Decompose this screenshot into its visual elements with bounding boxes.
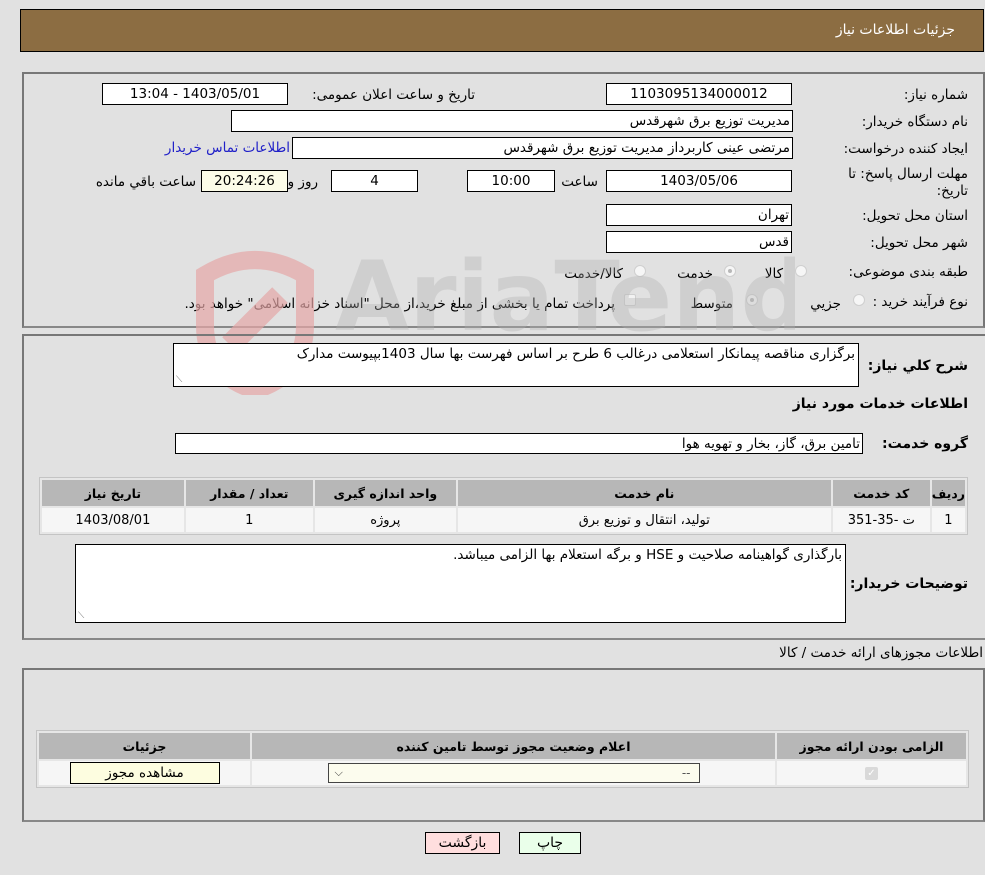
deadline-days-label: روز و [287,174,318,190]
purchase-type-label: نوع فرآیند خرید : [872,294,968,310]
category-radio-goods[interactable] [795,265,807,277]
services-table-header: ردیف کد خدمت نام خدمت واحد اندازه گیری ت… [42,480,965,506]
cell-need-date: 1403/08/01 [42,508,184,532]
buyer-contact-link[interactable]: اطلاعات تماس خریدار [165,140,290,156]
resize-grip-icon[interactable]: ⟋ [176,376,182,385]
city-field[interactable]: قدس [606,231,792,253]
service-group-label: گروه خدمت: [882,436,968,452]
col-unit: واحد اندازه گیری [314,480,456,506]
col-row-number: ردیف [931,480,965,506]
deadline-label-line2: تاریخ: [936,183,968,199]
print-button[interactable]: چاپ [519,832,581,854]
cell-quantity: 1 [185,508,313,532]
category-option-service: خدمت [677,266,713,282]
need-number-label: شماره نیاز: [903,87,968,103]
permits-table-header: الزامی بودن ارائه مجوز اعلام وضعیت مجوز … [39,733,966,759]
remaining-time-field: 20:24:26 [201,170,288,192]
buyer-notes-label: توضیحات خریدار: [849,576,968,592]
service-group-field[interactable]: تامین برق، گاز، بخار و تهویه هوا [175,433,863,454]
need-number-field[interactable]: 1103095134000012 [606,83,792,105]
general-desc-label: شرح کلي نیاز: [867,358,968,374]
category-label: طبقه بندی موضوعی: [848,264,968,280]
general-desc-text: برگزاری مناقصه پیمانکار استعلامی درغالب … [296,346,855,362]
services-table: ردیف کد خدمت نام خدمت واحد اندازه گیری ت… [39,477,968,535]
back-button[interactable]: بازگشت [425,832,500,854]
city-label: شهر محل تحویل: [870,235,968,251]
treasury-note: پرداخت تمام یا بخشی از مبلغ خرید،از محل … [184,296,615,312]
col-permit-details: جزئیات [39,733,250,759]
page-title: جزئیات اطلاعات نیاز [835,22,955,38]
col-permit-required: الزامی بودن ارائه مجوز [777,733,966,759]
category-option-goods: کالا [764,266,783,282]
col-permit-status: اعلام وضعیت مجوز توسط تامین کننده [252,733,775,759]
permit-status-select[interactable]: -- ⌵ [327,763,700,783]
deadline-label-line1: مهلت ارسال پاسخ: تا [848,166,968,182]
cell-unit: پروژه [314,508,456,532]
general-desc-textarea[interactable]: برگزاری مناقصه پیمانکار استعلامی درغالب … [173,343,859,387]
col-service-name: نام خدمت [457,480,831,506]
requester-field[interactable]: مرتضی عینی کاربرداز مدیریت توزیع برق شهر… [292,137,793,159]
chevron-down-icon: ⌵ [334,766,343,779]
services-heading: اطلاعات خدمات مورد نیاز [792,396,968,412]
requester-label: ایجاد کننده درخواست: [843,141,968,157]
resize-grip-icon[interactable]: ⟋ [78,612,84,621]
table-row: 1 ت -35-351 تولید، انتقال و توزیع برق پر… [42,508,965,532]
remaining-time-label: ساعت باقي مانده [95,174,196,190]
permit-required-checkbox: ✓ [865,766,878,780]
deadline-date-field[interactable]: 1403/05/06 [606,170,792,192]
cell-permit-required: ✓ [777,761,966,785]
buyer-notes-text: بارگذاری گواهینامه صلاحیت و HSE و برگه ا… [453,547,842,563]
permits-heading: اطلاعات مجوزهای ارائه خدمت / کالا [779,645,983,661]
cell-row-number: 1 [931,508,965,532]
buyer-notes-textarea[interactable]: بارگذاری گواهینامه صلاحیت و HSE و برگه ا… [75,544,846,623]
treasury-checkbox[interactable] [624,294,636,306]
cell-permit-status: -- ⌵ [252,761,775,785]
view-permit-button[interactable]: مشاهده مجوز [69,762,220,784]
purchase-type-option-minor: جزيي [810,296,841,312]
purchase-type-option-medium: متوسط [690,296,733,312]
announce-datetime-label: تاریخ و ساعت اعلان عمومی: [312,87,475,103]
announce-datetime-field[interactable]: 1403/05/01 - 13:04 [102,83,288,105]
deadline-time-label: ساعت [561,174,598,190]
table-row: ✓ -- ⌵ مشاهده مجوز [39,761,966,785]
page-header: جزئیات اطلاعات نیاز [20,9,984,52]
deadline-time-field[interactable]: 10:00 [467,170,555,192]
buyer-org-field[interactable]: مدیریت توزیع برق شهرقدس [231,110,793,132]
permit-status-value: -- [681,766,691,780]
purchase-type-radio-minor[interactable] [853,294,865,306]
col-quantity: تعداد / مقدار [185,480,313,506]
permits-table: الزامی بودن ارائه مجوز اعلام وضعیت مجوز … [36,730,969,788]
cell-permit-details: مشاهده مجوز [39,761,250,785]
purchase-type-radio-medium[interactable] [746,294,758,306]
col-need-date: تاریخ نیاز [42,480,184,506]
cell-service-name: تولید، انتقال و توزیع برق [457,508,831,532]
deadline-days-field[interactable]: 4 [331,170,418,192]
col-service-code: کد خدمت [832,480,930,506]
category-option-goods-service: کالا/خدمت [564,266,623,282]
buyer-org-label: نام دستگاه خریدار: [861,114,968,130]
province-label: استان محل تحویل: [862,208,968,224]
category-radio-goods-service[interactable] [634,265,646,277]
cell-service-code: ت -35-351 [832,508,930,532]
province-field[interactable]: تهران [606,204,792,226]
category-radio-service[interactable] [724,265,736,277]
